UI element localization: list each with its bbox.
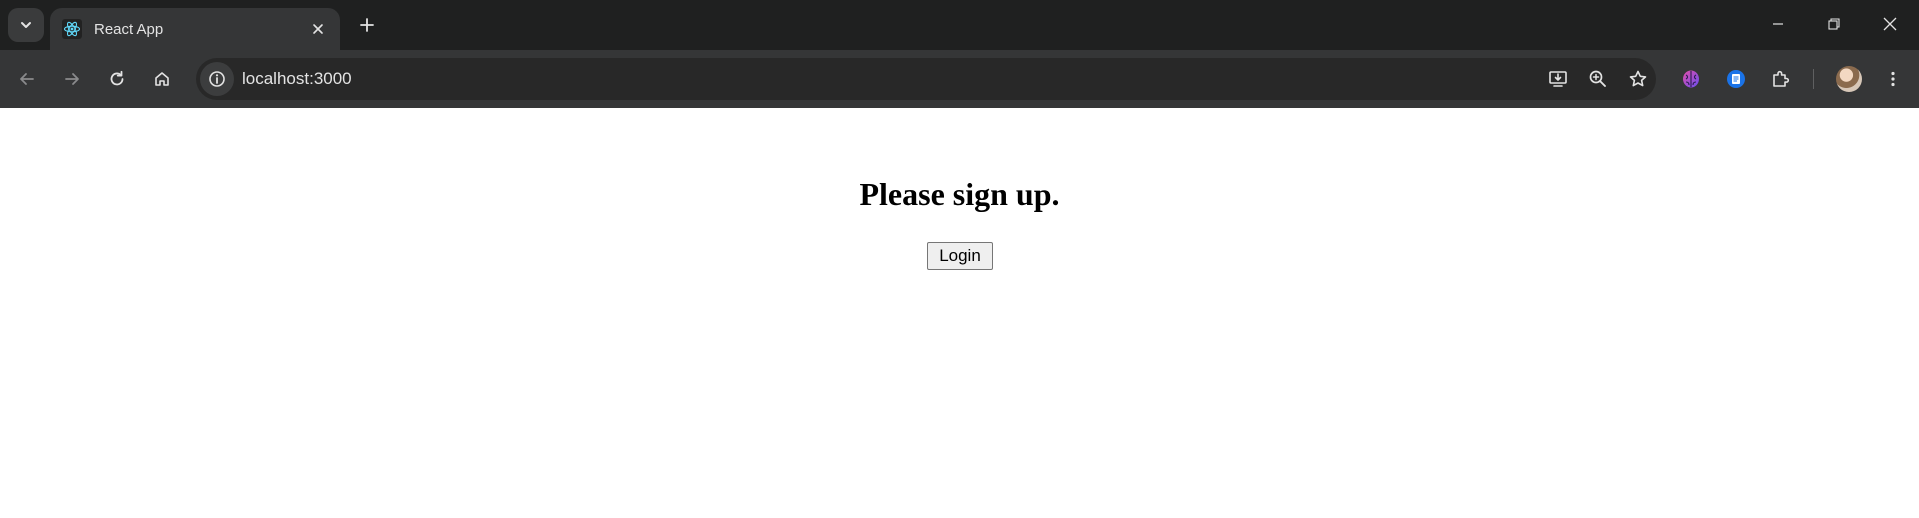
docs-extension-icon xyxy=(1727,70,1745,88)
chevron-down-icon xyxy=(21,22,31,28)
star-icon xyxy=(1629,70,1647,87)
react-logo-icon xyxy=(62,19,82,39)
page-title: Please sign up. xyxy=(859,176,1060,212)
bookmark-button[interactable] xyxy=(1622,63,1654,95)
docs-extension-button[interactable] xyxy=(1719,62,1753,96)
tab-title: React App xyxy=(94,20,164,38)
tab-strip: React App xyxy=(0,0,1919,50)
install-app-button[interactable] xyxy=(1542,63,1574,95)
arrow-right-icon xyxy=(65,73,79,85)
zoom-in-icon xyxy=(1589,70,1606,87)
browser-menu-button[interactable] xyxy=(1876,62,1910,96)
kebab-menu-icon xyxy=(1891,71,1895,87)
forward-button[interactable] xyxy=(55,62,89,96)
minimize-icon xyxy=(1773,23,1783,25)
browser-toolbar: localhost:3000 xyxy=(0,50,1919,108)
url-text[interactable]: localhost:3000 xyxy=(242,69,352,89)
plus-icon xyxy=(360,18,374,32)
toolbar-separator xyxy=(1813,69,1814,89)
minimize-button[interactable] xyxy=(1750,0,1806,48)
home-icon xyxy=(155,72,169,86)
new-tab-button[interactable] xyxy=(352,10,382,40)
tab-search-button[interactable] xyxy=(8,8,44,42)
close-icon xyxy=(313,24,323,34)
restore-button[interactable] xyxy=(1806,0,1862,48)
close-window-button[interactable] xyxy=(1862,0,1918,48)
arrow-left-icon xyxy=(20,73,34,85)
puzzle-icon xyxy=(1773,70,1790,87)
address-bar[interactable]: localhost:3000 xyxy=(196,58,1656,100)
back-button[interactable] xyxy=(10,62,44,96)
install-app-icon xyxy=(1549,71,1567,87)
site-info-button[interactable] xyxy=(200,62,234,96)
close-window-icon xyxy=(1883,17,1897,31)
home-button[interactable] xyxy=(145,62,179,96)
brain-extension-icon xyxy=(1683,70,1699,88)
restore-icon xyxy=(1828,18,1840,30)
reload-button[interactable] xyxy=(100,62,134,96)
brain-extension-button[interactable] xyxy=(1674,62,1708,96)
info-icon xyxy=(209,71,225,87)
tab-close-button[interactable] xyxy=(306,17,330,41)
zoom-button[interactable] xyxy=(1582,63,1614,95)
tab-react-app[interactable]: React App xyxy=(50,8,340,50)
extensions-button[interactable] xyxy=(1764,62,1798,96)
login-button[interactable]: Login xyxy=(927,242,993,270)
page-content: Please sign up. Login xyxy=(0,108,1919,518)
reload-icon xyxy=(110,70,124,86)
avatar[interactable] xyxy=(1836,66,1862,92)
